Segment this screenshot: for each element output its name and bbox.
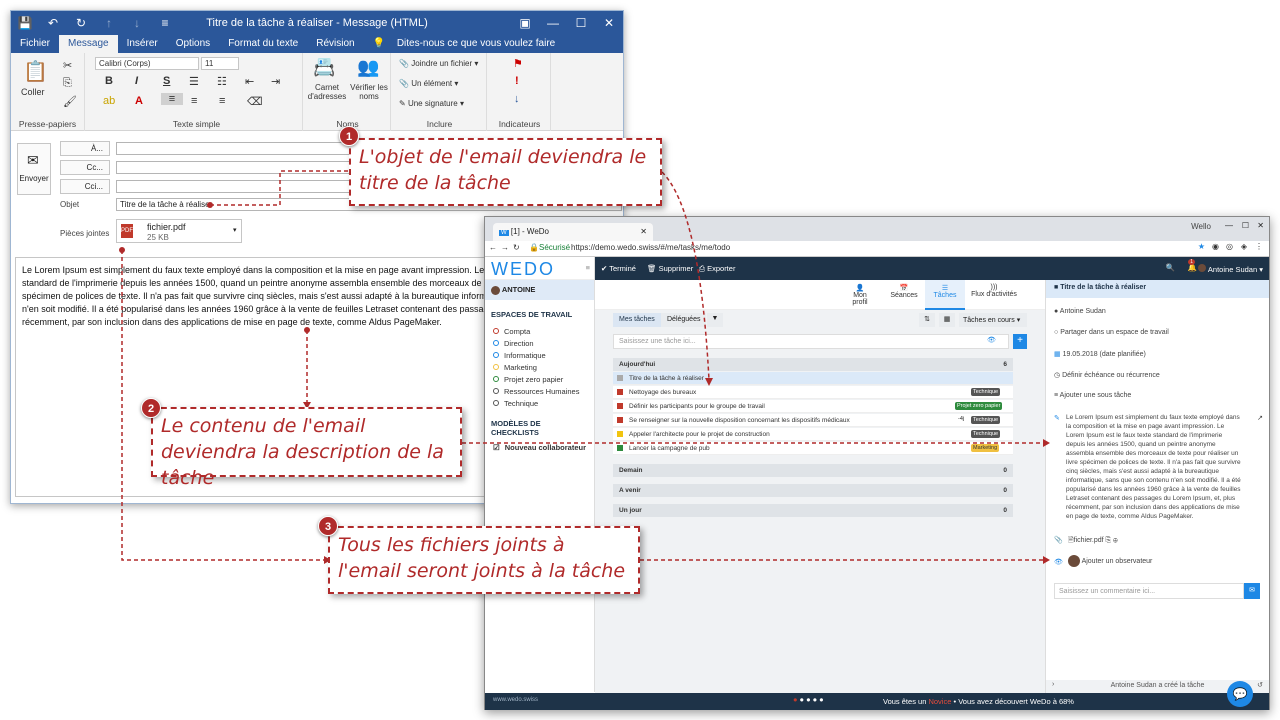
redo-icon[interactable]: ↻ bbox=[67, 16, 95, 30]
connector-title bbox=[661, 171, 710, 381]
callout-number: 2 bbox=[141, 398, 161, 418]
close-icon[interactable]: ✕ bbox=[595, 16, 623, 30]
save-icon[interactable]: 💾 bbox=[11, 16, 39, 30]
up-icon[interactable]: ↑ bbox=[95, 16, 123, 30]
callout-number: 3 bbox=[318, 516, 338, 536]
callout-attachments: Tous les fichiers joints à l'email seron… bbox=[328, 526, 640, 594]
undo-icon[interactable]: ↶ bbox=[39, 16, 67, 30]
arrowhead bbox=[705, 378, 713, 386]
callout-number: 1 bbox=[339, 126, 359, 146]
down-icon[interactable]: ↓ bbox=[123, 16, 151, 30]
connector-subject bbox=[210, 170, 350, 206]
callout-body: Le contenu de l'email deviendra la descr… bbox=[151, 407, 462, 489]
connector-lines bbox=[119, 167, 1050, 564]
connector-dot bbox=[207, 202, 213, 208]
minimize-icon[interactable]: — bbox=[539, 16, 567, 30]
connector-dot bbox=[119, 247, 125, 253]
maximize-icon[interactable]: ☐ bbox=[567, 16, 595, 30]
arrowhead bbox=[1043, 556, 1050, 564]
connector-dot bbox=[304, 327, 310, 333]
ribbon-options-icon[interactable]: ▣ bbox=[511, 16, 539, 30]
callout-subject: L'objet de l'email deviendra le titre de… bbox=[349, 138, 662, 206]
customize-icon[interactable]: ≡ bbox=[151, 16, 179, 30]
arrowhead bbox=[1043, 439, 1050, 447]
